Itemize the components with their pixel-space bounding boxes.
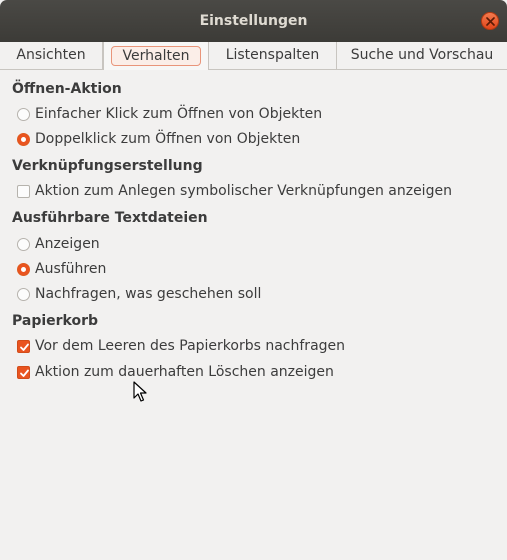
tab-suche-und-vorschau[interactable]: Suche und Vorschau xyxy=(337,42,507,70)
option-label: Nachfragen, was geschehen soll xyxy=(35,286,262,302)
checkmark-icon xyxy=(20,369,29,377)
tab-label: Suche und Vorschau xyxy=(350,47,494,63)
section-title-link-creation: Verknüpfungserstellung xyxy=(12,158,203,174)
radio-single-click[interactable]: Einfacher Klick zum Öffnen von Objekten xyxy=(17,104,322,124)
tab-listenspalten[interactable]: Listenspalten xyxy=(209,42,337,70)
radio-button[interactable] xyxy=(17,262,30,276)
section-title-open-action: Öffnen-Aktion xyxy=(12,81,122,97)
radio-button[interactable] xyxy=(17,287,30,301)
option-label: Anzeigen xyxy=(35,236,100,252)
tab-label: Listenspalten xyxy=(225,47,320,63)
option-label: Aktion zum Anlegen symbolischer Verknüpf… xyxy=(35,183,452,199)
checkbox[interactable] xyxy=(17,365,30,379)
option-label: Doppelklick zum Öffnen von Objekten xyxy=(35,131,301,147)
option-label: Aktion zum dauerhaften Löschen anzeigen xyxy=(35,364,334,380)
checkmark-icon xyxy=(20,343,29,351)
radio-button[interactable] xyxy=(17,132,30,146)
radio-show[interactable]: Anzeigen xyxy=(17,234,100,254)
close-icon xyxy=(486,17,495,26)
window-title: Einstellungen xyxy=(199,13,308,29)
option-label: Einfacher Klick zum Öffnen von Objekten xyxy=(35,106,323,122)
radio-button[interactable] xyxy=(17,237,30,251)
checkbox[interactable] xyxy=(17,339,30,353)
option-label: Vor dem Leeren des Papierkorbs nachfrage… xyxy=(35,338,346,354)
section-title-executable-text: Ausführbare Textdateien xyxy=(12,210,208,226)
mouse-pointer-icon xyxy=(133,381,147,402)
checkbox-symlink-action[interactable]: Aktion zum Anlegen symbolischer Verknüpf… xyxy=(17,181,452,201)
tab-ansichten[interactable]: Ansichten xyxy=(0,42,103,70)
option-label: Ausführen xyxy=(35,261,107,277)
checkbox[interactable] xyxy=(17,184,30,198)
tab-bar: Ansichten Verhalten Listenspalten Suche … xyxy=(0,42,507,70)
tab-verhalten[interactable]: Verhalten xyxy=(103,42,209,70)
tab-label: Ansichten xyxy=(16,47,86,63)
close-button[interactable] xyxy=(481,12,499,30)
radio-ask[interactable]: Nachfragen, was geschehen soll xyxy=(17,284,261,304)
radio-button[interactable] xyxy=(17,107,30,121)
radio-execute[interactable]: Ausführen xyxy=(17,259,106,279)
title-bar: Einstellungen xyxy=(0,0,507,42)
checkbox-confirm-empty-trash[interactable]: Vor dem Leeren des Papierkorbs nachfrage… xyxy=(17,336,345,356)
tab-label: Verhalten xyxy=(110,46,202,66)
checkbox-permanent-delete[interactable]: Aktion zum dauerhaften Löschen anzeigen xyxy=(17,362,334,382)
radio-double-click[interactable]: Doppelklick zum Öffnen von Objekten xyxy=(17,129,300,149)
section-title-trash: Papierkorb xyxy=(12,313,99,329)
